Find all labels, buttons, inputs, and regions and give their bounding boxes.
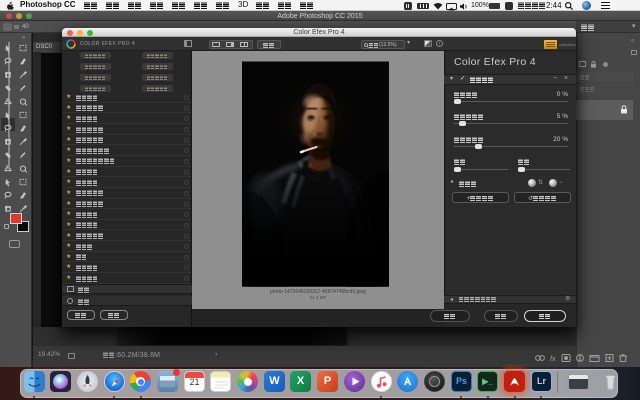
svg-text:fx: fx [550,356,556,363]
